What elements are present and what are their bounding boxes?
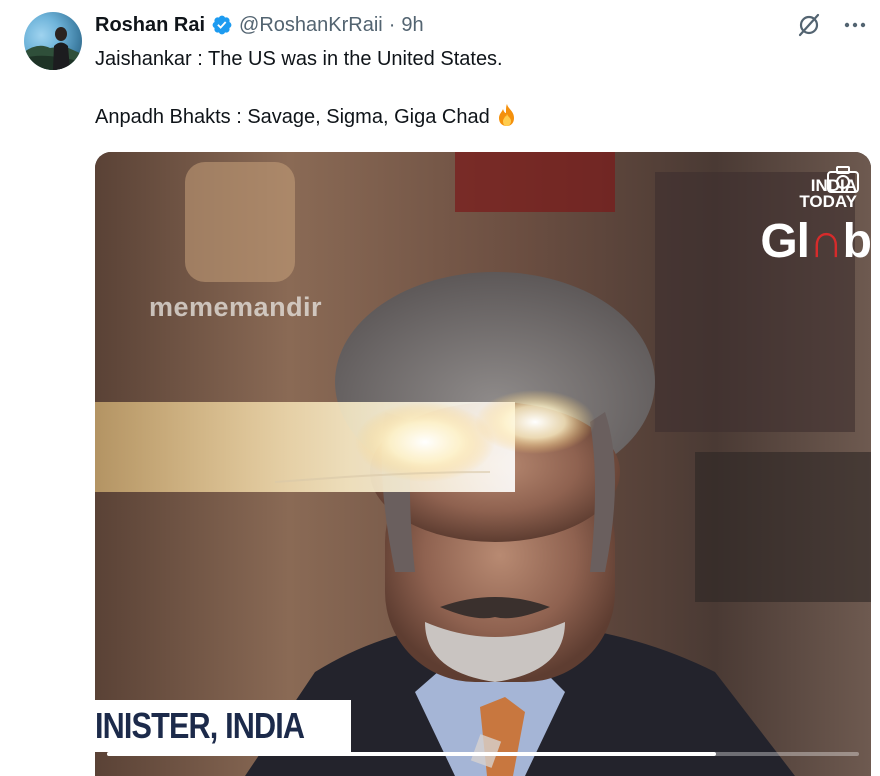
fire-emoji-icon <box>498 104 514 126</box>
post-text-line-2: Anpadh Bhakts : Savage, Sigma, Giga Chad <box>95 103 855 131</box>
video-progress-fill <box>107 752 717 756</box>
post-actions-top <box>796 12 868 38</box>
logo-glob-part-a: Gl <box>760 215 810 268</box>
logo-line-2: TODAY <box>799 192 857 211</box>
author-handle[interactable]: @RoshanKrRaii <box>239 14 383 37</box>
logo-glob-part-b: b <box>842 215 871 268</box>
video-frame <box>95 152 871 776</box>
logo-glob-red: ∩ <box>809 215 844 268</box>
grok-icon[interactable] <box>796 12 822 38</box>
author-avatar[interactable] <box>24 12 82 70</box>
verified-badge-icon <box>212 15 232 35</box>
more-icon[interactable] <box>842 12 868 38</box>
post-text-line-1: Jaishankar : The US was in the United St… <box>95 48 503 70</box>
video-caption-text: INISTER, INDIA <box>95 705 305 746</box>
post-header: Roshan Rai @RoshanKrRaii · 9h <box>95 12 424 38</box>
channel-logo-text: INDIA TODAY <box>799 177 857 211</box>
post-timestamp[interactable]: 9h <box>401 14 423 37</box>
post-video[interactable]: mememandir INDIA TODAY Gl∩b INISTER, IND… <box>95 152 871 776</box>
avatar-image <box>24 27 82 70</box>
header-separator: · <box>388 13 396 36</box>
channel-logo-glob: Gl∩b <box>760 214 871 269</box>
video-watermark: mememandir <box>149 292 323 322</box>
post-text: Jaishankar : The US was in the United St… <box>95 45 855 131</box>
post-text-line-2-text: Anpadh Bhakts : Savage, Sigma, Giga Chad <box>95 106 490 128</box>
video-progress-bar[interactable] <box>107 752 859 756</box>
author-name[interactable]: Roshan Rai <box>95 14 205 37</box>
video-caption-bar: INISTER, INDIA <box>95 700 352 752</box>
